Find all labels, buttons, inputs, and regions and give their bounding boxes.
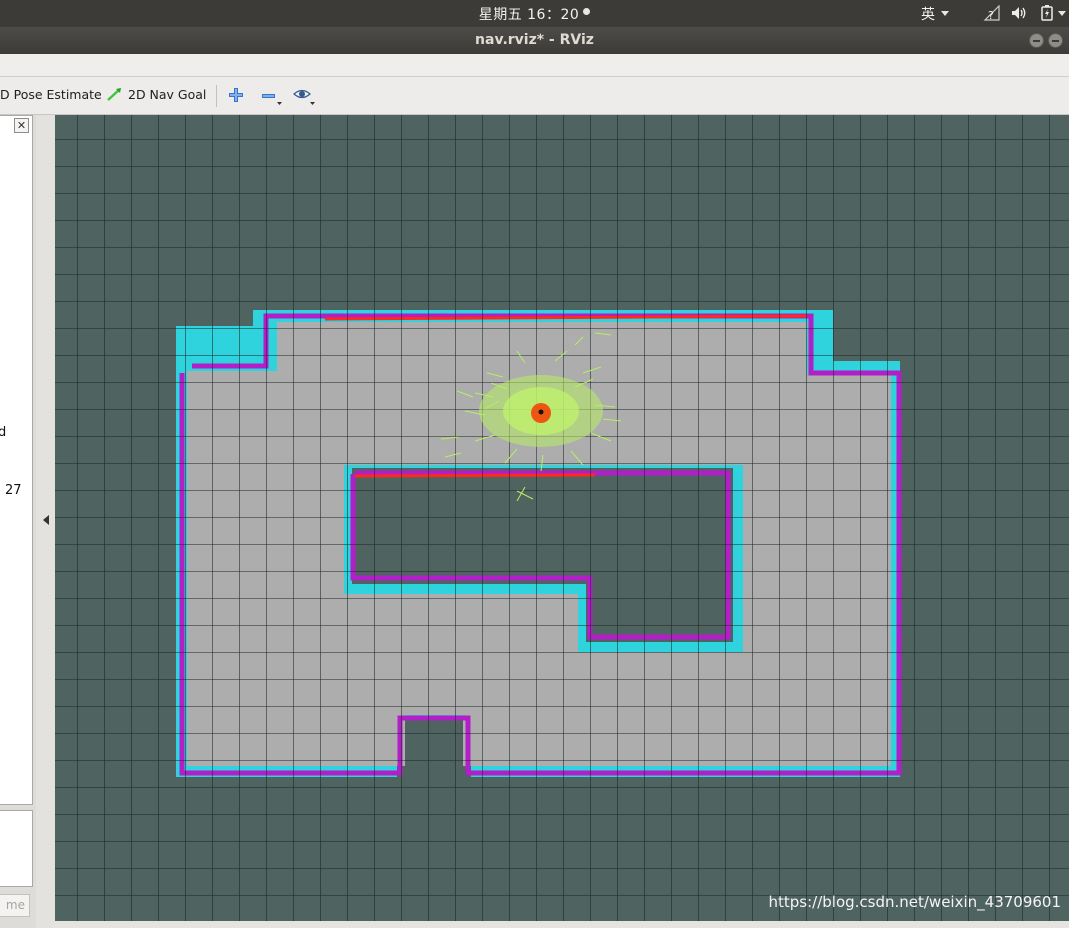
- nav-goal-arrow-icon: [107, 88, 121, 101]
- minimize-button[interactable]: [1029, 33, 1044, 48]
- menu-bar: [0, 54, 1069, 77]
- displays-panel: ✕ d 27 me: [0, 115, 36, 928]
- network-icon[interactable]: ?: [983, 5, 1001, 21]
- 2d-pose-estimate-tool[interactable]: D Pose Estimate: [0, 87, 102, 102]
- watermark: https://blog.csdn.net/weixin_43709601: [768, 893, 1061, 911]
- volume-icon[interactable]: [1010, 5, 1028, 21]
- system-top-bar: 星期五 16：20 英 ?: [0, 0, 1069, 27]
- chevron-down-icon: [1058, 11, 1066, 16]
- panel-splitter[interactable]: [36, 115, 55, 928]
- restore-button[interactable]: [1048, 33, 1063, 48]
- 2d-nav-goal-tool[interactable]: 2D Nav Goal: [107, 87, 206, 102]
- chevron-down-icon: [941, 11, 949, 16]
- window-title-bar[interactable]: nav.rviz* - RViz: [0, 27, 1069, 54]
- toolbar: D Pose Estimate 2D Nav Goal: [0, 77, 1069, 115]
- view-eye-icon[interactable]: [293, 87, 317, 105]
- map-canvas[interactable]: [55, 115, 1069, 921]
- window-title: nav.rviz* - RViz: [475, 32, 594, 48]
- clock-text: 星期五 16：20: [478, 7, 580, 23]
- collapse-arrow-icon[interactable]: [43, 515, 49, 525]
- battery-icon[interactable]: [1040, 5, 1054, 21]
- viewport-bottom-strip: [55, 921, 1069, 928]
- views-panel[interactable]: [0, 810, 33, 887]
- input-method-indicator[interactable]: 英: [921, 4, 949, 24]
- nav-goal-label: 2D Nav Goal: [128, 87, 207, 102]
- pose-estimate-label: D Pose Estimate: [0, 87, 102, 102]
- grid: [55, 115, 1069, 921]
- close-icon[interactable]: ✕: [14, 118, 29, 133]
- truncated-value: 27: [5, 483, 22, 498]
- add-tool-plus-icon[interactable]: [228, 87, 244, 103]
- 3d-render-viewport[interactable]: https://blog.csdn.net/weixin_43709601: [55, 115, 1069, 921]
- input-method-label: 英: [921, 7, 935, 23]
- toolbar-separator: [216, 85, 217, 107]
- clock[interactable]: 星期五 16：20: [0, 4, 1069, 24]
- remove-tool-minus-icon[interactable]: [261, 89, 283, 105]
- notification-dot: [583, 8, 591, 15]
- robot-center: [538, 409, 544, 415]
- truncated-text: d: [0, 425, 7, 440]
- displays-tree[interactable]: ✕ d 27: [0, 115, 33, 805]
- svg-text:?: ?: [988, 9, 994, 21]
- rename-button[interactable]: me: [0, 894, 30, 917]
